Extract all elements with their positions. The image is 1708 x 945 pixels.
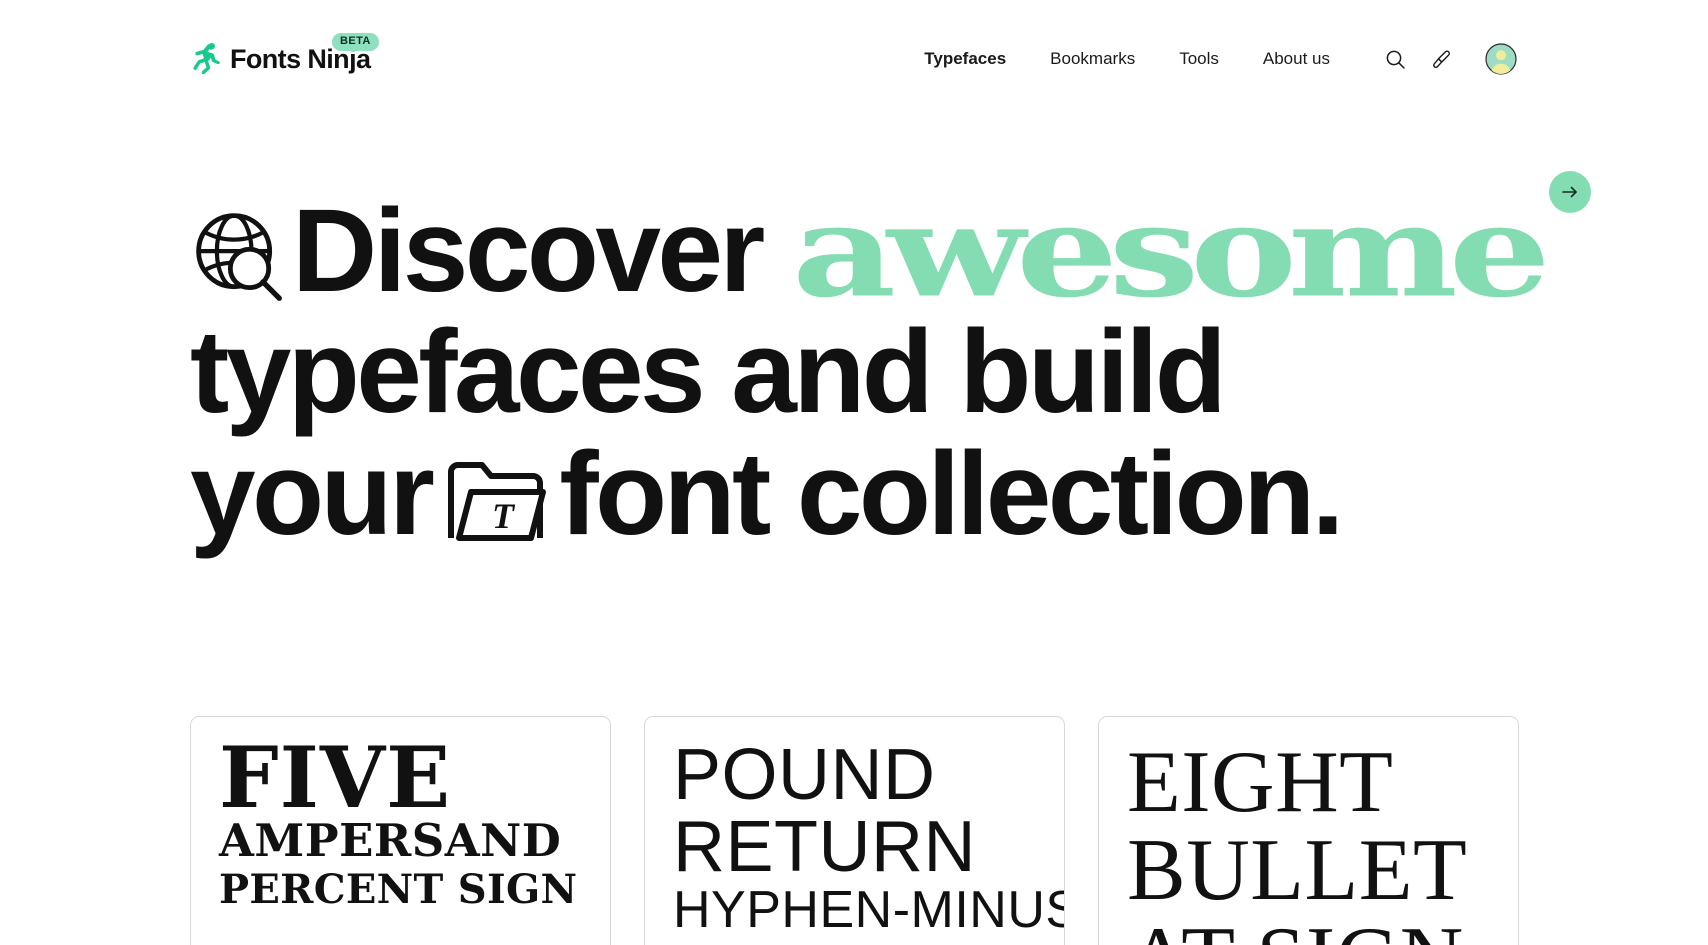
specimen-text: FIVE AMPERSAND PERCENT SIGN: [219, 728, 582, 913]
specimen-line-2: RETURN: [673, 807, 976, 887]
specimen-text: EIGHT BULLET AT SIGN: [1127, 739, 1490, 945]
specimen-line-2: AMPERSAND: [219, 814, 562, 868]
hero-headline-part-2: typefaces and build: [190, 306, 1227, 439]
font-cards-row: FIVE AMPERSAND PERCENT SIGN POUND RETURN…: [190, 716, 1519, 945]
svg-text:T: T: [492, 496, 516, 536]
font-card-eight-bullet[interactable]: EIGHT BULLET AT SIGN: [1098, 716, 1519, 945]
specimen-line-3: AT SIGN: [1127, 915, 1490, 945]
hero-accent-wrap: awesome: [792, 170, 1592, 315]
specimen-line-1: EIGHT: [1127, 734, 1394, 831]
avatar-icon: [1485, 43, 1517, 75]
brand-logo[interactable]: Fonts Ninja BETA: [190, 33, 379, 81]
font-card-five-ampersand[interactable]: FIVE AMPERSAND PERCENT SIGN: [190, 716, 611, 945]
globe-search-icon: [196, 212, 282, 301]
specimen-line-3: PERCENT SIGN: [219, 865, 578, 913]
specimen-line-2: BULLET: [1127, 822, 1468, 919]
nav-item-about-us[interactable]: About us: [1241, 49, 1352, 69]
nav-item-bookmarks[interactable]: Bookmarks: [1028, 49, 1157, 69]
hero-cta-button[interactable]: [1549, 170, 1592, 213]
hero-line-1: Discover awesome: [190, 170, 1592, 317]
specimen-line-1: FIVE: [219, 728, 452, 827]
user-avatar-button[interactable]: [1484, 42, 1518, 76]
hero-line-3: your T font collection.: [190, 427, 1520, 560]
font-card-pound-return[interactable]: POUND RETURN HYPHEN-MINUS: [644, 716, 1065, 945]
nav-item-tools[interactable]: Tools: [1157, 49, 1241, 69]
specimen-line-3: HYPHEN-MINUS: [673, 881, 1065, 939]
page-root: Fonts Ninja BETA Typefaces Bookmarks Too…: [0, 0, 1708, 945]
nav-item-typefaces[interactable]: Typefaces: [902, 49, 1028, 69]
main-nav: Typefaces Bookmarks Tools About us: [902, 42, 1518, 76]
paintbrush-button[interactable]: [1424, 42, 1458, 76]
search-button[interactable]: [1378, 42, 1412, 76]
hero-headline-part-1: Discover: [292, 185, 765, 317]
paintbrush-icon: [1432, 50, 1450, 68]
beta-badge: BETA: [332, 33, 379, 51]
specimen-line-1: POUND: [673, 735, 936, 815]
ninja-icon: [193, 43, 220, 75]
folder-type-icon: T: [448, 461, 547, 541]
hero-line-2: typefaces and build: [190, 306, 1520, 439]
arrow-right-icon: [1562, 186, 1577, 197]
search-icon: [1386, 50, 1405, 69]
site-header: Fonts Ninja BETA Typefaces Bookmarks Too…: [0, 0, 1708, 118]
hero-section: Discover awesome typefaces and build you…: [190, 170, 1592, 560]
hero-headline-accent: awesome: [791, 176, 1551, 326]
hero-headline-part-3-prefix: your: [190, 427, 435, 560]
hero-headline-part-3: font collection.: [559, 427, 1344, 560]
specimen-text: POUND RETURN HYPHEN-MINUS: [673, 735, 1065, 939]
